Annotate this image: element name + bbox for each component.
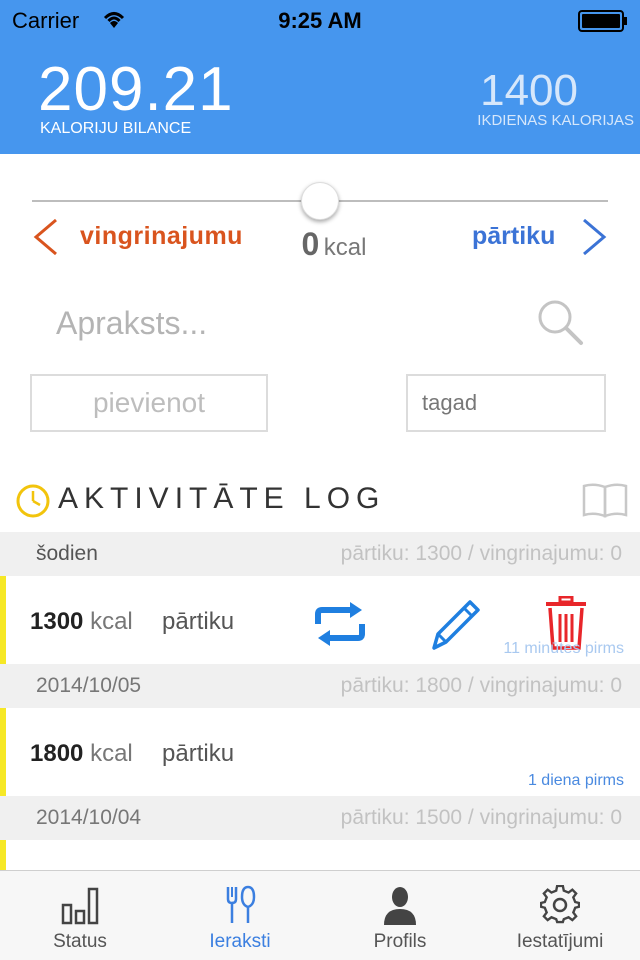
day-header: 2014/10/04 pārtiku: 1500 / vingrinajumu:…	[0, 796, 640, 840]
entry-time-ago: 11 minūtes pirms	[503, 640, 624, 657]
entry-kcal-unit: kcal	[90, 740, 133, 767]
daily-calories-value[interactable]: 1400	[480, 66, 578, 116]
activity-log-title: AKTIVITĀTE LOG	[58, 482, 386, 515]
day-date: šodien	[36, 542, 98, 565]
calorie-balance-label: KALORIJU BILANCE	[40, 120, 192, 137]
book-icon[interactable]	[582, 482, 628, 518]
time-input[interactable]	[406, 374, 606, 432]
day-summary: pārtiku: 1500 / vingrinajumu: 0	[340, 806, 622, 829]
tab-entries[interactable]: Ieraksti	[160, 871, 320, 960]
kcal-unit: kcal	[323, 234, 367, 261]
log-entry-row[interactable]	[0, 840, 640, 870]
row-accent-bar	[0, 840, 6, 870]
tab-status[interactable]: Status	[0, 871, 160, 960]
tab-label: Ieraksti	[209, 931, 271, 952]
row-accent-bar	[0, 576, 6, 664]
day-summary: pārtiku: 1800 / vingrinajumu: 0	[340, 674, 622, 697]
row-accent-bar	[0, 708, 6, 796]
tab-settings[interactable]: Iestatījumi	[480, 871, 640, 960]
status-time: 9:25 AM	[278, 8, 362, 33]
search-icon[interactable]	[536, 298, 584, 346]
entry-type: pārtiku	[162, 740, 235, 767]
entry-type: pārtiku	[162, 608, 235, 635]
battery-icon	[578, 10, 627, 32]
kcal-value: 0	[301, 226, 320, 262]
calorie-slider-knob[interactable]	[301, 182, 339, 220]
entry-kcal: 1300 kcal	[30, 608, 133, 636]
repeat-icon[interactable]	[312, 602, 368, 646]
tab-label: Iestatījumi	[516, 931, 604, 952]
entry-kcal-value: 1300	[30, 608, 84, 635]
entry-kcal-value: 1800	[30, 740, 84, 767]
clock-icon	[16, 484, 50, 518]
tab-bar: Status Ieraksti Profils Iestatījumi	[0, 870, 640, 960]
tab-label: Status	[53, 931, 107, 952]
description-input[interactable]	[56, 300, 496, 346]
day-header: 2014/10/05 pārtiku: 1800 / vingrinajumu:…	[0, 664, 640, 708]
day-date: 2014/10/05	[36, 674, 142, 697]
daily-calories-label: IKDIENAS KALORIJAS	[477, 112, 634, 129]
day-summary: pārtiku: 1300 / vingrinajumu: 0	[340, 542, 622, 565]
tab-profile[interactable]: Profils	[320, 871, 480, 960]
status-bar: Carrier 9:25 AM	[0, 0, 640, 40]
entry-kcal: 1800 kcal	[30, 740, 133, 768]
chevron-right-icon[interactable]	[580, 218, 608, 256]
day-header: šodien pārtiku: 1300 / vingrinajumu: 0	[0, 532, 640, 576]
food-toggle[interactable]: pārtiku	[472, 222, 555, 251]
day-date: 2014/10/04	[36, 806, 142, 829]
pencil-icon[interactable]	[426, 598, 482, 650]
entry-kcal-unit: kcal	[90, 608, 133, 635]
person-icon	[384, 887, 416, 925]
fork-knife-icon	[226, 885, 256, 923]
entry-time-ago: 1 diena pirms	[527, 772, 624, 789]
log-entry-row[interactable]: 1300 kcal pārtiku 11 minūtes pirms	[0, 576, 640, 664]
header: Carrier 9:25 AM 209.21 KALORIJU BILANCE …	[0, 0, 640, 154]
tab-label: Profils	[373, 931, 427, 952]
gear-icon	[540, 885, 580, 924]
bar-chart-icon	[61, 887, 99, 925]
calorie-balance-value: 209.21	[38, 55, 234, 124]
log-entry-row[interactable]: 1800 kcal pārtiku 1 diena pirms	[0, 708, 640, 796]
add-entry-button[interactable]: pievienot	[30, 374, 268, 432]
